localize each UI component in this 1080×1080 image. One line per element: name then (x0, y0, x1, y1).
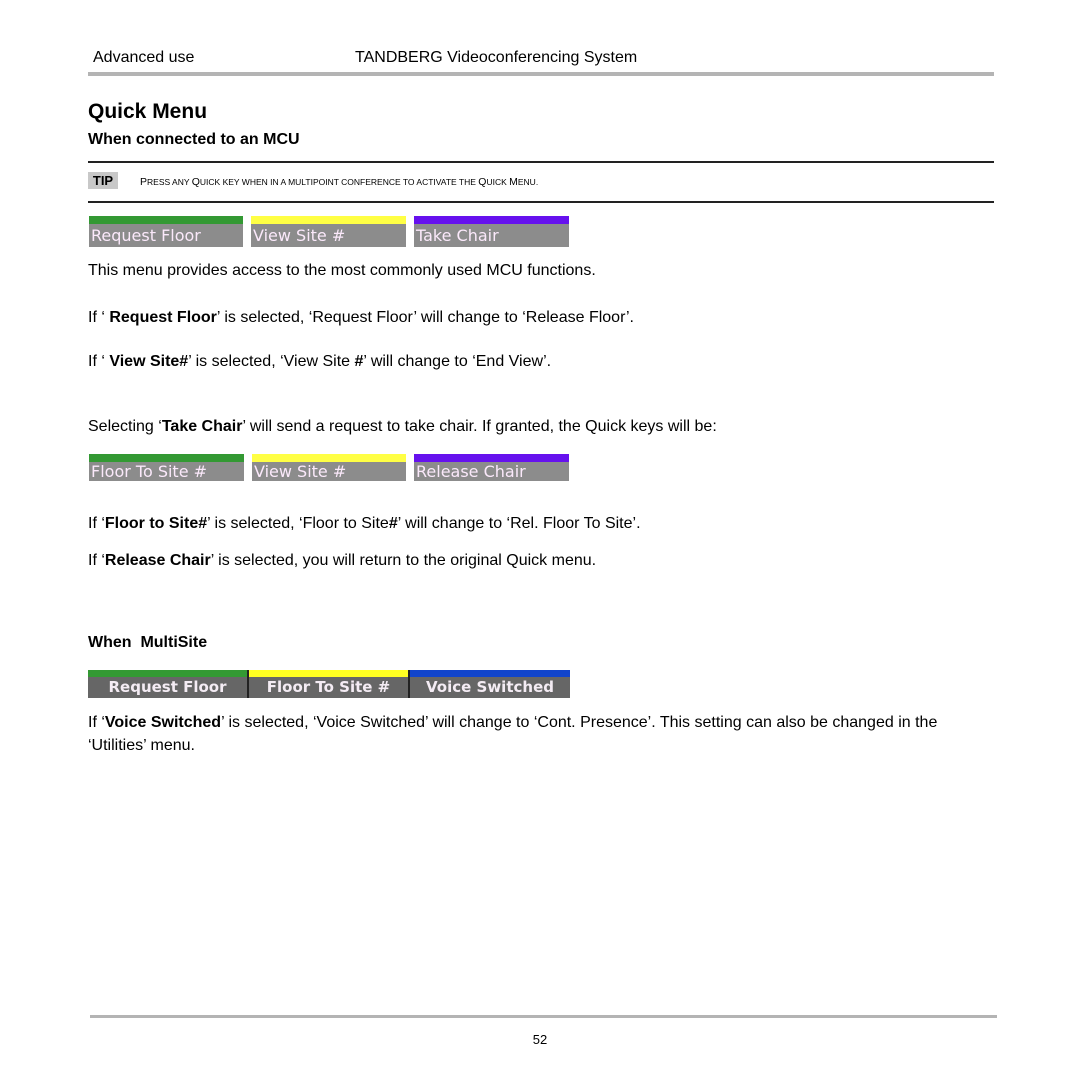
key-label: Floor To Site # (89, 462, 244, 481)
key-color-strip (414, 454, 569, 462)
header-divider (88, 72, 994, 76)
paragraph-take-chair: Selecting ‘Take Chair’ will send a reque… (88, 418, 717, 435)
key-color-strip (251, 216, 406, 224)
paragraph-intro: This menu provides access to the most co… (88, 262, 596, 279)
key-color-strip (88, 670, 247, 677)
footer-divider (90, 1015, 997, 1018)
key-label: View Site # (252, 462, 406, 481)
key-color-strip (89, 216, 243, 224)
paragraph-release-chair: If ‘Release Chair’ is selected, you will… (88, 552, 597, 569)
quick-key-floor-to-site[interactable]: Floor To Site # (249, 670, 410, 698)
quick-key-voice-switched[interactable]: Voice Switched (410, 670, 570, 698)
key-color-strip (252, 454, 406, 462)
paragraph-floor-to-site: If ‘Floor to Site#’ is selected, ‘Floor … (88, 515, 641, 532)
quick-menu-mcu: Request Floor View Site # Take Chair (89, 216, 577, 247)
key-label: Request Floor (88, 677, 247, 698)
key-color-strip (89, 454, 244, 462)
tip-bottom-divider (88, 201, 994, 203)
key-label: View Site # (251, 224, 406, 247)
paragraph-voice-switched: If ‘Voice Switched’ is selected, ‘Voice … (88, 714, 938, 754)
key-label: Floor To Site # (249, 677, 408, 698)
tip-text: PRESS ANY QUICK KEY WHEN IN A MULTIPOINT… (140, 176, 539, 188)
key-label: Request Floor (89, 224, 243, 247)
tip-top-divider (88, 161, 994, 163)
paragraph-request-floor: If ‘ Request Floor’ is selected, ‘Reques… (88, 309, 634, 326)
page-title: Quick Menu (88, 100, 208, 123)
header-product: TANDBERG Videoconferencing System (355, 49, 638, 66)
quick-key-take-chair[interactable]: Take Chair (414, 216, 569, 247)
quick-key-request-floor[interactable]: Request Floor (89, 216, 243, 247)
quick-key-release-chair[interactable]: Release Chair (414, 454, 569, 481)
key-color-strip (410, 670, 570, 677)
quick-key-floor-to-site[interactable]: Floor To Site # (89, 454, 244, 481)
key-label: Take Chair (414, 224, 569, 247)
tip-badge: TIP (88, 172, 118, 189)
paragraph-view-site: If ‘ View Site#’ is selected, ‘View Site… (88, 353, 552, 370)
key-label: Voice Switched (410, 677, 570, 698)
page-number: 52 (532, 1032, 548, 1047)
section-heading-multisite: When MultiSite (88, 634, 208, 651)
key-label: Release Chair (414, 462, 569, 481)
quick-key-request-floor[interactable]: Request Floor (88, 670, 249, 698)
quick-menu-multisite: Request Floor Floor To Site # Voice Swit… (88, 670, 570, 698)
key-color-strip (414, 216, 569, 224)
quick-key-view-site[interactable]: View Site # (252, 454, 406, 481)
key-color-strip (249, 670, 408, 677)
section-heading-mcu: When connected to an MCU (88, 131, 300, 148)
quick-menu-chair: Floor To Site # View Site # Release Chai… (89, 454, 577, 481)
quick-key-view-site[interactable]: View Site # (251, 216, 406, 247)
header-section: Advanced use (93, 49, 195, 66)
